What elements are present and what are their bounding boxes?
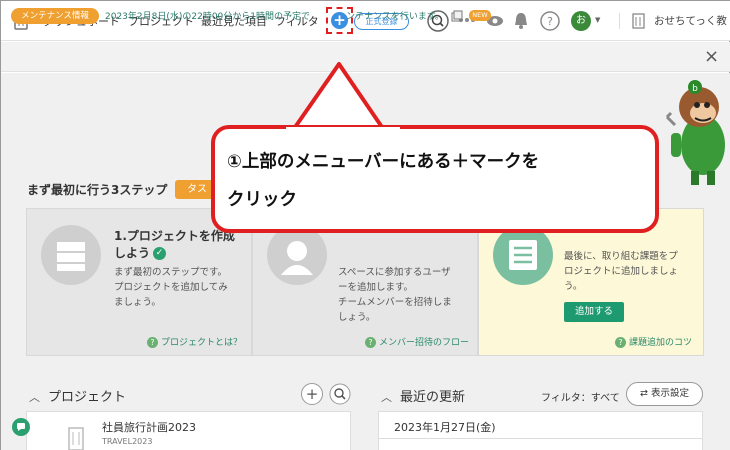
member-invite-link[interactable]: ? メンバー招待のフロー <box>365 335 469 348</box>
mascot-illustration: b <box>665 80 725 185</box>
question-icon: ? <box>147 337 158 348</box>
updates-filter[interactable]: フィルタ：すべて <box>541 389 620 404</box>
divider <box>378 438 703 439</box>
step3-desc: 最後に、取り組む課題をプ ロジェクトに追加しましょ う。 <box>564 251 679 292</box>
issue-tips-link[interactable]: ? 課題追加のコツ <box>615 335 692 348</box>
add-issue-button[interactable]: 追加する <box>564 302 624 322</box>
projects-header[interactable]: ︿ プロジェクト <box>29 386 126 405</box>
external-window-icon <box>451 10 463 22</box>
project-name[interactable]: 社員旅行計画2023 <box>102 419 196 435</box>
step2-desc: スペースに参加するユーザ ーを追加します。 チームメンバーを招待しま しょう。 <box>338 267 452 323</box>
steps-title: まず最初に行う3ステップ <box>27 183 168 197</box>
chevron-up-icon: ︿ <box>29 391 40 404</box>
space-name[interactable]: おせちてっく教 <box>654 13 727 28</box>
notice-text-end[interactable]: ンテナンスを行います。 <box>346 9 444 22</box>
divider <box>619 13 620 29</box>
chevron-up-icon: ︿ <box>381 391 392 404</box>
user-avatar[interactable]: お <box>571 11 591 31</box>
chat-icon <box>17 423 25 431</box>
swap-icon: ⇄ <box>640 388 651 399</box>
project-key: TRAVEL2023 <box>102 437 153 446</box>
project-search-icon[interactable] <box>329 383 351 405</box>
svg-text:b: b <box>692 84 698 94</box>
list-icon <box>509 240 537 270</box>
project-building-icon <box>68 427 84 450</box>
recent-updates-header[interactable]: ︿ 最近の更新 <box>381 386 465 405</box>
task-button[interactable]: タスク <box>175 180 215 199</box>
question-icon: ? <box>615 337 626 348</box>
notice-badge: メンテナンス情報 <box>11 8 99 24</box>
callout-text: ①上部のメニューバーにある＋マークを クリック <box>227 152 540 210</box>
new-badge: NEW <box>469 10 491 21</box>
update-date: 2023年1月27日(金) <box>394 421 496 434</box>
display-settings-button[interactable]: ⇄ 表示設定 <box>626 382 703 406</box>
question-icon: ? <box>365 337 376 348</box>
person-icon <box>281 241 313 275</box>
cabinet-icon <box>57 242 85 271</box>
step1-desc: まず最初のステップです。 プロジェクトを追加してみ ましょう。 <box>114 267 228 308</box>
close-icon[interactable]: × <box>704 46 719 67</box>
step1-title: 1.プロジェクトを作成 しよう ✓ <box>114 229 235 260</box>
svg-text:?: ? <box>547 15 553 28</box>
chevron-down-icon[interactable]: ▼ <box>595 16 600 24</box>
project-help-link[interactable]: ? プロジェクトとは？ <box>147 335 242 348</box>
add-project-button[interactable]: + <box>301 383 323 405</box>
notice-text[interactable]: 2023年2月8日(水)の22時00分から1時間の予定で <box>105 9 310 22</box>
notification-bell-icon[interactable] <box>513 11 529 31</box>
help-icon[interactable]: ? <box>540 11 560 31</box>
space-icon <box>632 13 645 29</box>
callout-joint <box>286 127 400 133</box>
check-icon: ✓ <box>153 247 167 260</box>
